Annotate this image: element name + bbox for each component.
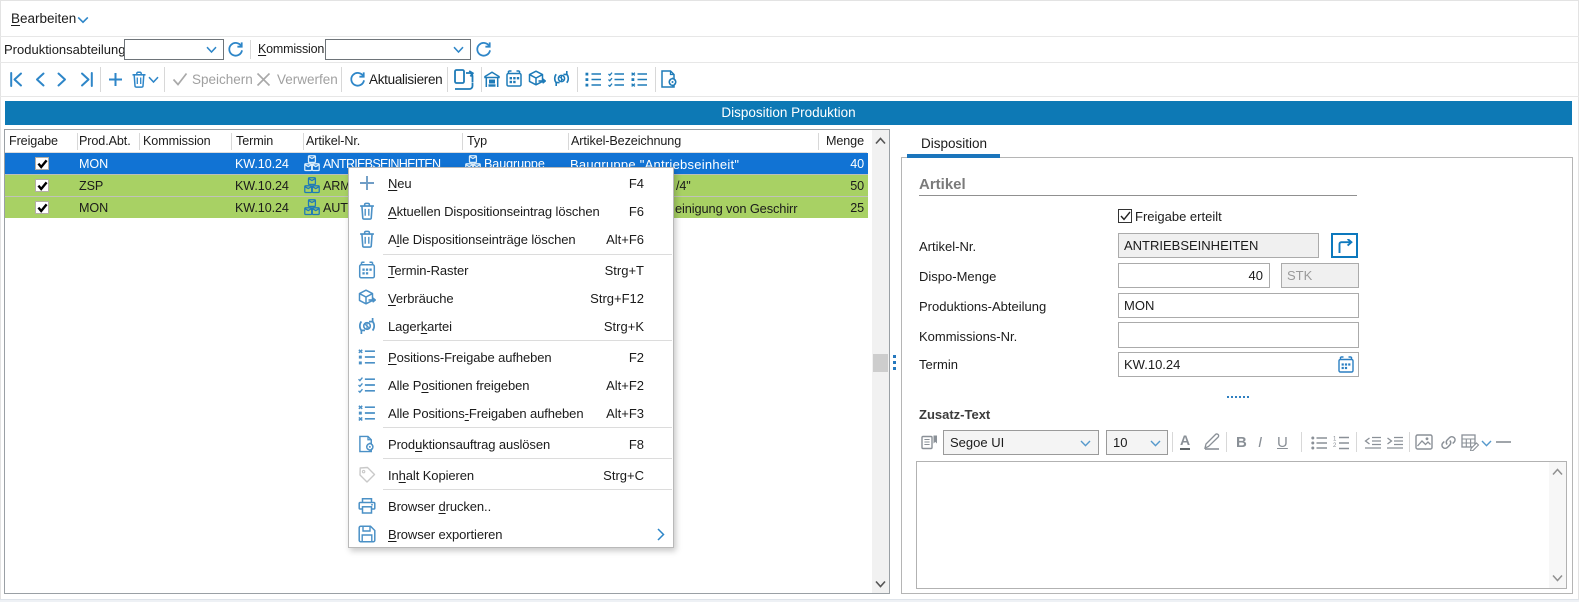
svg-text:1: 1 xyxy=(1333,437,1337,443)
svg-text:2: 2 xyxy=(1333,443,1337,449)
